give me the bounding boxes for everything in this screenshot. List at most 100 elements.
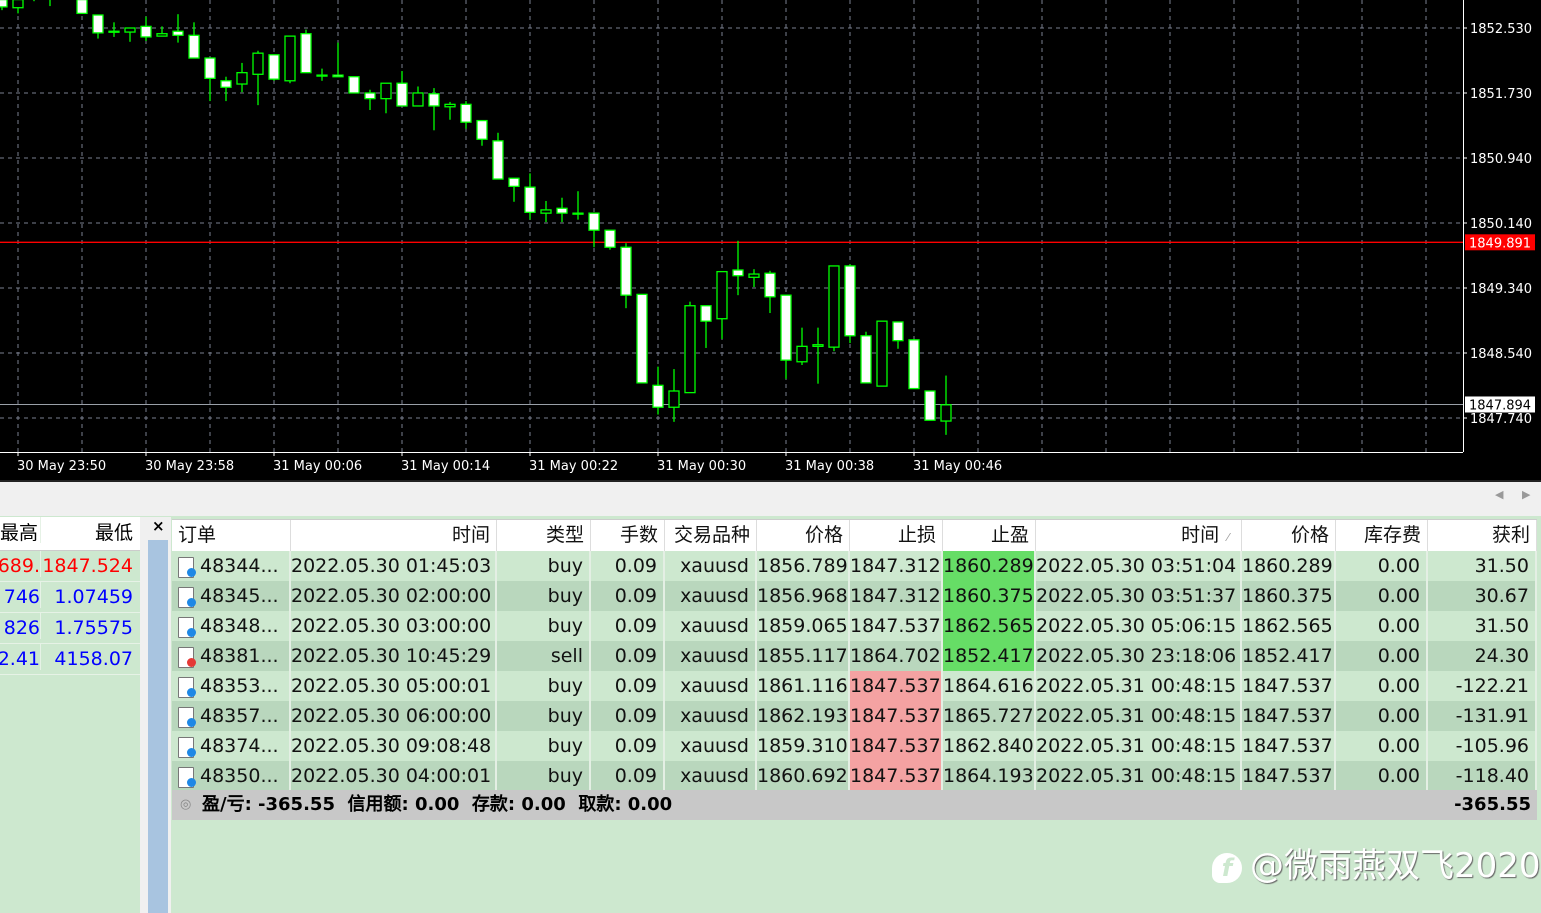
candle-bullish (412, 92, 424, 107)
scroll-left-icon[interactable]: ◀ (1495, 488, 1503, 501)
close-time-value: 2022.05.30 05:06:15 (1036, 615, 1237, 637)
candle-bullish (236, 72, 248, 85)
symbol-value: xauusd (680, 735, 749, 757)
cell-profit: 31.50 (1428, 611, 1537, 641)
cell-symbol: xauusd (665, 641, 757, 671)
cell-close-time: 2022.05.31 00:48:15 (1036, 671, 1242, 701)
table-row[interactable]: 48353... 2022.05.30 05:00:01 buy 0.09 xauusd… (172, 671, 1537, 701)
table-row[interactable]: 48374... 2022.05.30 09:08:48 buy 0.09 xauusd… (172, 731, 1537, 761)
order-value: 48345... (200, 585, 279, 607)
order-document-icon (178, 556, 196, 578)
column-high[interactable]: 最高 (0, 517, 40, 550)
profit-value: 31.50 (1474, 615, 1529, 637)
close-icon[interactable]: × (152, 517, 165, 535)
low-value: 1.75575 (40, 613, 133, 639)
column-header-close-price[interactable]: 价格 (1242, 520, 1336, 551)
column-header-open-time[interactable]: 时间 (291, 520, 497, 551)
table-row[interactable]: 48381... 2022.05.30 10:45:29 sell 0.09 xauus… (172, 641, 1537, 671)
open-time-value: 2022.05.30 04:00:01 (291, 765, 492, 787)
stop-loss-value: 1847.537 (850, 705, 941, 727)
candle-bearish (524, 186, 536, 213)
candle-bearish (764, 272, 776, 298)
candle-bearish (332, 74, 344, 78)
candle-bearish (172, 30, 184, 36)
market-watch-row[interactable]: 746 1.07459 (0, 582, 140, 613)
cell-symbol: xauusd (665, 671, 757, 701)
watermark-text: @微雨燕双飞2020 (1250, 846, 1541, 886)
column-header-lots[interactable]: 手数 (591, 520, 665, 551)
open-time-value: 2022.05.30 06:00:00 (291, 705, 492, 727)
table-row[interactable]: 48357... 2022.05.30 06:00:00 buy 0.09 xauusd… (172, 701, 1537, 731)
table-row[interactable]: 48344... 2022.05.30 01:45:03 buy 0.09 xauusd… (172, 551, 1537, 581)
column-header-label: 止损 (897, 524, 936, 546)
cell-close-price: 1852.417 (1242, 641, 1336, 671)
close-time-value: 2022.05.30 03:51:37 (1036, 585, 1237, 607)
table-row[interactable]: 48348... 2022.05.30 03:00:00 buy 0.09 xauusd… (172, 611, 1537, 641)
cell-take-profit: 1860.289 (943, 551, 1036, 581)
high-value: .689 (0, 555, 40, 577)
column-header-take-profit[interactable]: 止盈 (943, 520, 1036, 551)
cell-symbol: xauusd (665, 611, 757, 641)
close-price-value: 1862.565 (1242, 615, 1333, 637)
cell-type: buy (497, 671, 591, 701)
candle-bullish (156, 33, 168, 37)
profit-value: -122.21 (1455, 675, 1529, 697)
column-header-profit[interactable]: 获利 (1428, 520, 1537, 551)
cell-close-time: 2022.05.31 00:48:15 (1036, 761, 1242, 791)
cell-take-profit: 1852.417 (943, 641, 1036, 671)
close-price-value: 1847.537 (1242, 675, 1333, 697)
cell-close-price: 1860.289 (1242, 551, 1336, 581)
column-header-label: 交易品种 (673, 524, 750, 546)
order-value: 48381... (200, 645, 279, 667)
price-label: 1850.140 (1470, 217, 1532, 232)
price-label: 1851.730 (1470, 87, 1532, 102)
candle-bearish (652, 384, 664, 408)
table-row[interactable]: 48345... 2022.05.30 02:00:00 buy 0.09 xauusd… (172, 581, 1537, 611)
time-label: 31 May 00:38 (785, 459, 874, 474)
column-header-stop-loss[interactable]: 止损 (850, 520, 943, 551)
open-price-value: 1859.310 (757, 735, 848, 757)
cell-lots: 0.09 (591, 701, 665, 731)
profit-value: 30.67 (1474, 585, 1529, 607)
close-time-value: 2022.05.31 00:48:15 (1036, 675, 1237, 697)
take-profit-value: 1860.375 (943, 585, 1034, 607)
weibo-logo-icon: f (1212, 852, 1242, 883)
order-value: 48374... (200, 735, 279, 757)
column-header-label: 时间 (1181, 524, 1220, 546)
type-value: buy (547, 705, 583, 727)
column-header-close-time[interactable]: 时间 ⁄ (1036, 520, 1242, 551)
table-row[interactable]: 48350... 2022.05.30 04:00:01 buy 0.09 xauusd… (172, 761, 1537, 791)
cell-stop-loss: 1847.312 (850, 551, 943, 581)
cell-lots: 0.09 (591, 581, 665, 611)
column-header-label: 库存费 (1363, 524, 1421, 546)
cell-type: buy (497, 701, 591, 731)
column-header-type[interactable]: 类型 (497, 520, 591, 551)
cell-lots: 0.09 (591, 761, 665, 791)
cell-close-price: 1847.537 (1242, 761, 1336, 791)
open-time-value: 2022.05.30 01:45:03 (291, 555, 492, 577)
stop-loss-value: 1847.537 (850, 675, 941, 697)
vertical-tab-strip[interactable] (148, 540, 168, 913)
candle-bearish (396, 82, 408, 107)
column-header-label: 时间 (451, 524, 490, 546)
cell-swap: 0.00 (1336, 671, 1428, 701)
time-label: 31 May 00:30 (657, 459, 746, 474)
column-header-swap[interactable]: 库存费 (1336, 520, 1428, 551)
column-header-open-price[interactable]: 价格 (757, 520, 850, 551)
cell-stop-loss: 1847.312 (850, 581, 943, 611)
cell-open-price: 1856.789 (757, 551, 850, 581)
market-watch-row[interactable]: 826 1.75575 (0, 613, 140, 644)
summary-icon: ◎ (180, 797, 192, 812)
stop-loss-value: 1847.312 (850, 585, 941, 607)
market-watch-row[interactable]: 2.41 4158.07 (0, 644, 140, 675)
swap-value: 0.00 (1377, 615, 1420, 637)
order-value: 48344... (200, 555, 279, 577)
price-chart[interactable]: 1852.530 1851.730 1850.940 1850.140 1849.340… (0, 0, 1541, 480)
column-low[interactable]: 最低 (40, 517, 133, 544)
terminal-side-bar: × (140, 517, 171, 913)
market-watch-row[interactable]: .689 1847.524 (0, 551, 140, 582)
swap-value: 0.00 (1377, 585, 1420, 607)
column-header-symbol[interactable]: 交易品种 (665, 520, 757, 551)
scroll-right-icon[interactable]: ▶ (1522, 488, 1530, 501)
column-header-order[interactable]: 订单 (172, 520, 291, 551)
